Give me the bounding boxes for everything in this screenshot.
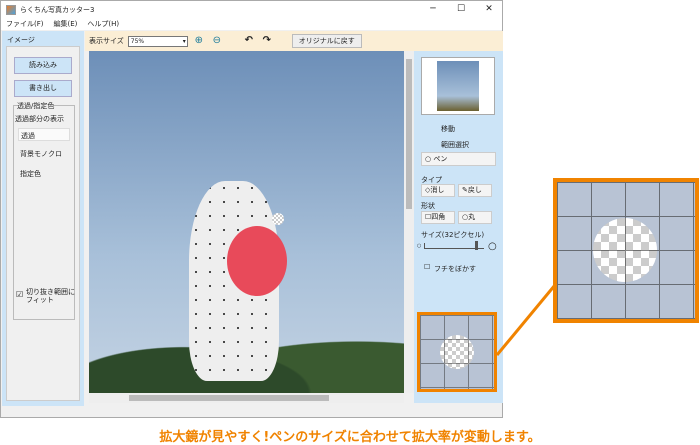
magnified-grid <box>557 182 695 319</box>
magnifier-callout <box>553 178 699 323</box>
caption: 拡大鏡が見やすく!ペンのサイズに合わせて拡大率が変動します。 <box>159 430 541 445</box>
